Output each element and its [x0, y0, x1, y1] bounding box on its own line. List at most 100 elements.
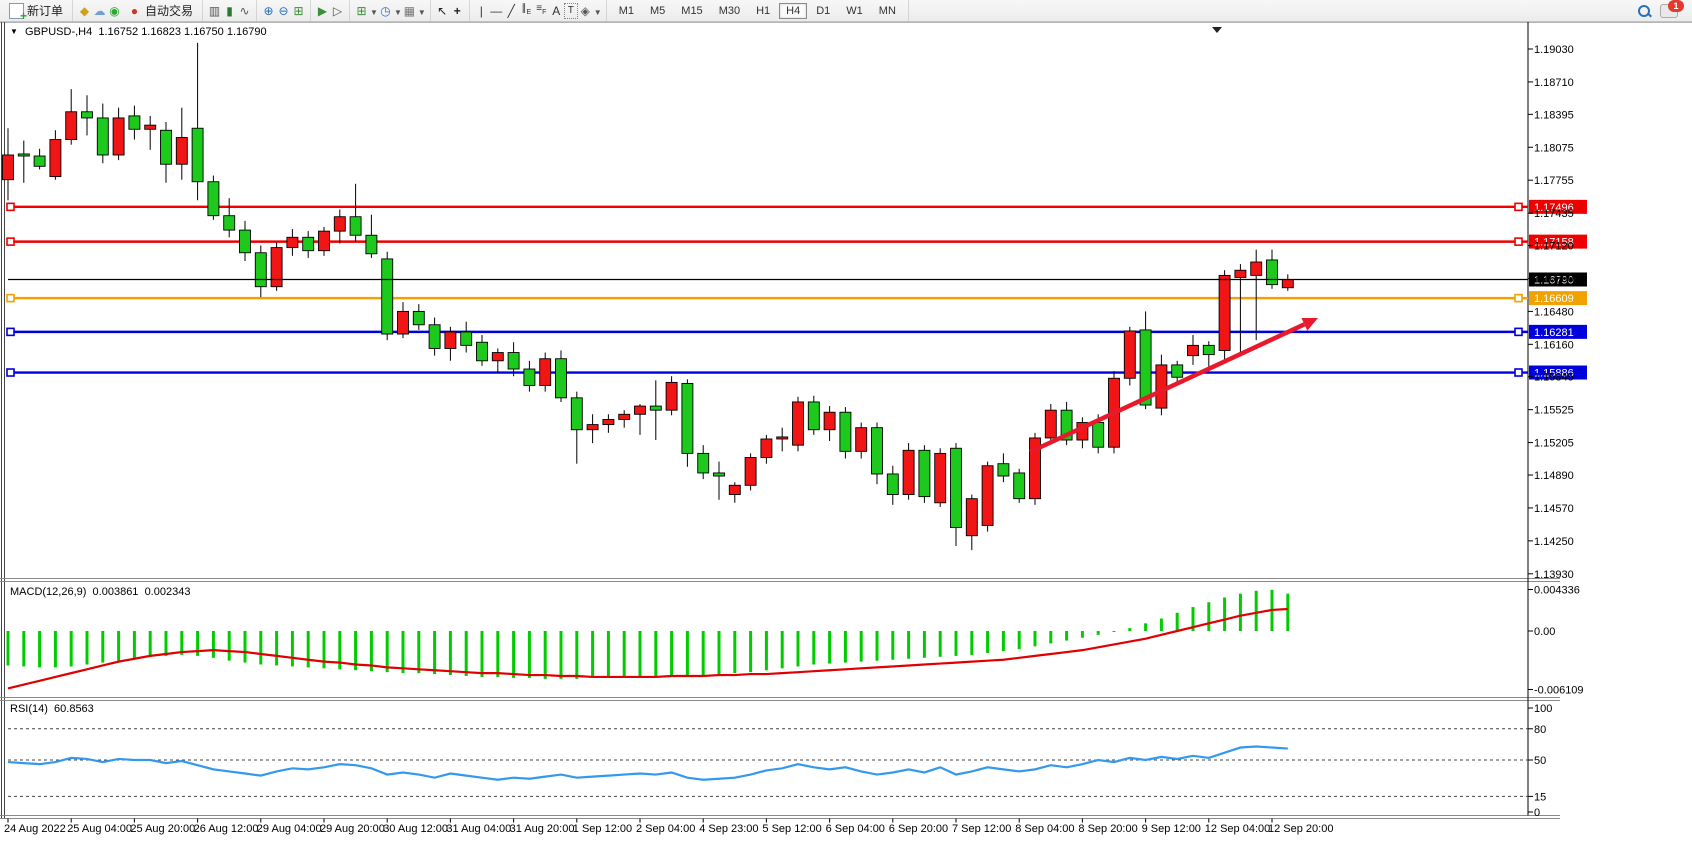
- svg-text:1.13930: 1.13930: [1534, 569, 1574, 581]
- crosshair-icon[interactable]: +: [450, 4, 465, 18]
- vertical-line-icon[interactable]: |: [474, 4, 489, 18]
- notification-badge: 1: [1668, 0, 1684, 12]
- svg-text:6 Sep 20:00: 6 Sep 20:00: [889, 823, 948, 835]
- svg-text:25 Aug 20:00: 25 Aug 20:00: [130, 823, 195, 835]
- tile-windows-icon[interactable]: ⊞: [291, 4, 306, 18]
- symbol-period: GBPUSD-,H4: [25, 26, 92, 38]
- svg-text:12 Sep 20:00: 12 Sep 20:00: [1268, 823, 1333, 835]
- new-order-icon: [9, 3, 24, 19]
- chart-shift-icon[interactable]: ▷: [330, 4, 345, 18]
- current-price-line: 1.16790: [8, 272, 1587, 286]
- macd-panel: 0.0043360.00-0.006109: [8, 584, 1584, 696]
- svg-text:1.18395: 1.18395: [1534, 109, 1574, 121]
- styler-icon[interactable]: ◆: [77, 4, 92, 18]
- horizontal-line-icon[interactable]: —: [489, 4, 504, 18]
- svg-text:80: 80: [1534, 724, 1546, 736]
- svg-text:6 Sep 04:00: 6 Sep 04:00: [826, 823, 885, 835]
- text-label-icon[interactable]: T: [564, 3, 578, 19]
- collapse-triangle-icon[interactable]: ▼: [10, 27, 18, 36]
- timeframe-m30-button[interactable]: M30: [712, 3, 747, 19]
- macd-signal-value: 0.002343: [145, 586, 191, 598]
- svg-text:29 Aug 20:00: 29 Aug 20:00: [320, 823, 385, 835]
- svg-text:1.14890: 1.14890: [1534, 470, 1574, 482]
- svg-text:7 Sep 12:00: 7 Sep 12:00: [952, 823, 1011, 835]
- candlesticks: [3, 43, 1294, 550]
- svg-text:100: 100: [1534, 703, 1552, 715]
- svg-text:1.17435: 1.17435: [1534, 208, 1574, 220]
- text-icon[interactable]: A: [549, 4, 564, 18]
- svg-text:5 Sep 12:00: 5 Sep 12:00: [762, 823, 821, 835]
- svg-text:30 Aug 12:00: 30 Aug 12:00: [383, 823, 448, 835]
- svg-text:1.17755: 1.17755: [1534, 175, 1574, 187]
- trendline-icon[interactable]: ╱: [504, 4, 519, 18]
- svg-text:25 Aug 04:00: 25 Aug 04:00: [67, 823, 132, 835]
- arrows-button[interactable]: ◈▼: [578, 4, 602, 18]
- timeframe-m5-button[interactable]: M5: [643, 3, 672, 19]
- timeframe-mn-button[interactable]: MN: [872, 3, 903, 19]
- new-chart-button[interactable]: ⊞▼: [354, 4, 378, 18]
- macd-name: MACD(12,26,9): [10, 586, 86, 598]
- timeframe-w1-button[interactable]: W1: [839, 3, 870, 19]
- line-chart-icon[interactable]: ∿: [237, 4, 252, 18]
- macd-header: MACD(12,26,9) 0.003861 0.002343: [10, 586, 190, 598]
- zoom-out-icon[interactable]: ⊖: [276, 4, 291, 18]
- svg-text:1.16160: 1.16160: [1534, 339, 1574, 351]
- timeframe-m1-button[interactable]: M1: [612, 3, 641, 19]
- timeframe-toolbar: M1M5M15M30H1H4D1W1MN: [607, 0, 909, 21]
- bar-chart-icon[interactable]: ▥: [207, 4, 222, 18]
- autotrade-label: 自动交易: [145, 2, 193, 19]
- svg-text:9 Sep 12:00: 9 Sep 12:00: [1142, 823, 1201, 835]
- svg-text:1.15845: 1.15845: [1534, 372, 1574, 384]
- mt4-window: 新订单 ◆ ☁ ◉ ● 自动交易 ▥ ▮ ∿ ⊕ ⊖ ⊞ ▶ ▷ ⊞▼: [0, 0, 1692, 844]
- cursor-icon[interactable]: ↖: [435, 4, 450, 18]
- timeframe-h4-button[interactable]: H4: [779, 3, 807, 19]
- svg-text:24 Aug 2022: 24 Aug 2022: [4, 823, 66, 835]
- svg-text:50: 50: [1534, 755, 1546, 767]
- svg-text:8 Sep 04:00: 8 Sep 04:00: [1015, 823, 1074, 835]
- svg-text:31 Aug 20:00: 31 Aug 20:00: [510, 823, 575, 835]
- svg-text:1.14570: 1.14570: [1534, 503, 1574, 515]
- autotrade-button[interactable]: ● 自动交易: [122, 0, 198, 21]
- svg-text:2 Sep 04:00: 2 Sep 04:00: [636, 823, 695, 835]
- svg-text:1.15205: 1.15205: [1534, 438, 1574, 450]
- ohlc-high: 1.16823: [141, 26, 181, 38]
- chart-area[interactable]: 1.174961.171581.166091.162811.15886 1.16…: [0, 22, 1692, 844]
- svg-text:29 Aug 04:00: 29 Aug 04:00: [257, 823, 322, 835]
- horizontal-level-lines[interactable]: 1.174961.171581.166091.162811.15886: [7, 200, 1587, 380]
- chart-decorations: [1212, 27, 1222, 33]
- signals-icon[interactable]: ◉: [107, 4, 122, 18]
- new-order-button[interactable]: 新订单: [4, 0, 68, 21]
- community-icon[interactable]: ☁: [92, 4, 107, 18]
- equidistant-channel-icon[interactable]: ∥E: [519, 2, 534, 20]
- svg-text:1.18075: 1.18075: [1534, 142, 1574, 154]
- rsi-name: RSI(14): [10, 703, 48, 715]
- svg-text:26 Aug 12:00: 26 Aug 12:00: [194, 823, 259, 835]
- svg-text:15: 15: [1534, 791, 1546, 803]
- templates-button[interactable]: ▦▼: [402, 4, 426, 18]
- timeframe-h1-button[interactable]: H1: [749, 3, 777, 19]
- svg-text:1.16800: 1.16800: [1534, 273, 1574, 285]
- fibonacci-icon[interactable]: ≡F: [534, 2, 549, 20]
- auto-scroll-icon[interactable]: ▶: [315, 4, 330, 18]
- svg-text:31 Aug 04:00: 31 Aug 04:00: [446, 823, 511, 835]
- main-toolbar: 新订单 ◆ ☁ ◉ ● 自动交易 ▥ ▮ ∿ ⊕ ⊖ ⊞ ▶ ▷ ⊞▼: [0, 0, 1692, 22]
- svg-text:0: 0: [1534, 807, 1540, 819]
- trend-arrow[interactable]: [1030, 318, 1318, 452]
- search-icon[interactable]: [1638, 5, 1650, 17]
- svg-text:1.16281: 1.16281: [1534, 327, 1574, 339]
- macd-main-value: 0.003861: [93, 586, 139, 598]
- profiles-button[interactable]: ◷▼: [378, 4, 402, 18]
- price-axis: 1.190301.187101.183951.180751.177551.174…: [1528, 44, 1574, 581]
- svg-text:1.14250: 1.14250: [1534, 536, 1574, 548]
- svg-text:1.16480: 1.16480: [1534, 306, 1574, 318]
- svg-text:0.00: 0.00: [1534, 626, 1555, 638]
- svg-text:1.15525: 1.15525: [1534, 405, 1574, 417]
- candlestick-chart-icon[interactable]: ▮: [222, 4, 237, 18]
- notifications-icon[interactable]: 1: [1660, 4, 1678, 18]
- svg-text:8 Sep 20:00: 8 Sep 20:00: [1078, 823, 1137, 835]
- zoom-in-icon[interactable]: ⊕: [261, 4, 276, 18]
- new-order-label: 新订单: [27, 2, 63, 19]
- autotrade-icon: ●: [127, 4, 142, 18]
- timeframe-m15-button[interactable]: M15: [674, 3, 709, 19]
- timeframe-d1-button[interactable]: D1: [809, 3, 837, 19]
